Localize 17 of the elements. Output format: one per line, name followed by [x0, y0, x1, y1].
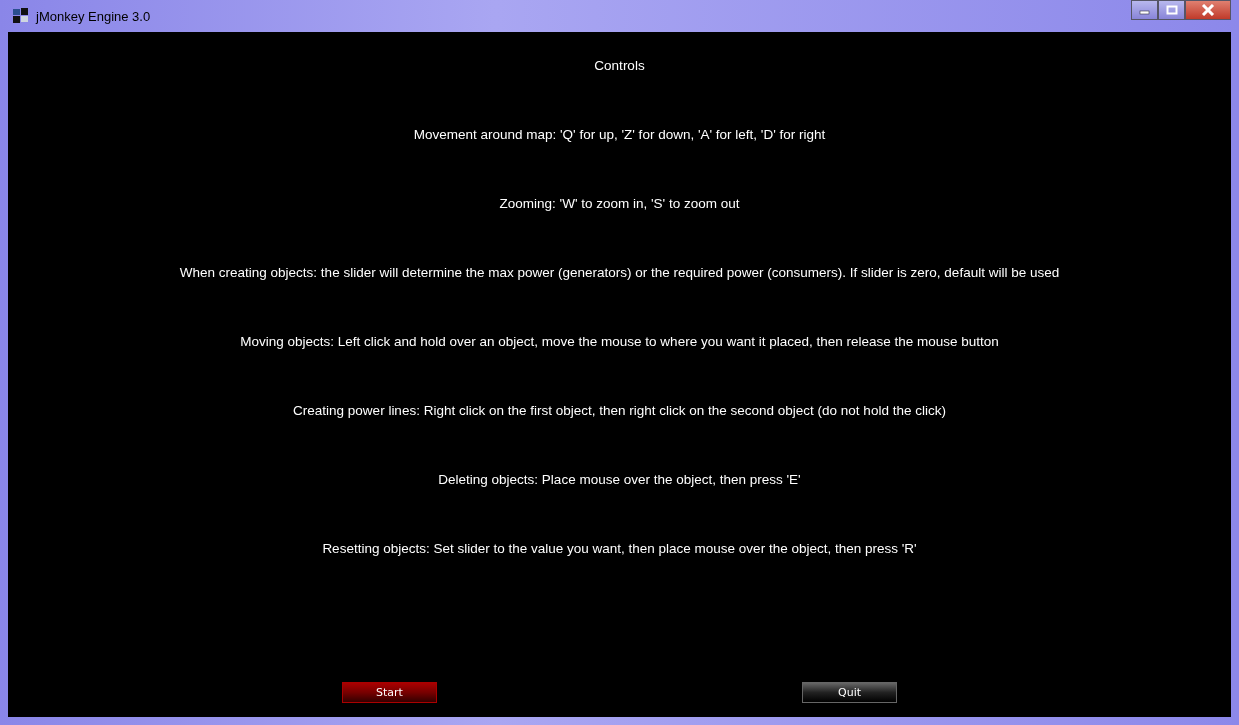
app-icon	[12, 7, 30, 25]
control-instruction: Moving objects: Left click and hold over an object, move the mouse to where you want it placed, then release the mouse button	[240, 334, 999, 351]
window-title: jMonkey Engine 3.0	[36, 8, 151, 24]
maximize-icon	[1165, 5, 1178, 15]
control-instruction: Zooming: 'W' to zoom in, 'S' to zoom out	[499, 196, 740, 213]
control-instruction: Movement around map: 'Q' for up, 'Z' for down, 'A' for left, 'D' for right	[413, 127, 826, 144]
control-instruction: When creating objects: the slider will determine the max power (generators) or the required power (consumers). If slider is zero, default will be used	[179, 265, 1060, 282]
controls-heading: Controls	[594, 58, 645, 75]
control-instruction: Creating power lines: Right click on the first object, then right click on the second object (do not hold the click)	[293, 403, 946, 420]
control-instruction: Deleting objects: Place mouse over the object, then press 'E'	[438, 472, 801, 489]
maximize-button[interactable]	[1158, 0, 1185, 20]
control-instruction: Resetting objects: Set slider to the value you want, then place mouse over the object, then press 'R'	[322, 541, 917, 558]
close-button[interactable]	[1185, 0, 1231, 20]
close-icon	[1201, 4, 1215, 16]
quit-button[interactable]: Quit	[802, 682, 897, 703]
minimize-button[interactable]	[1131, 0, 1158, 20]
start-button[interactable]: Start	[342, 682, 437, 703]
